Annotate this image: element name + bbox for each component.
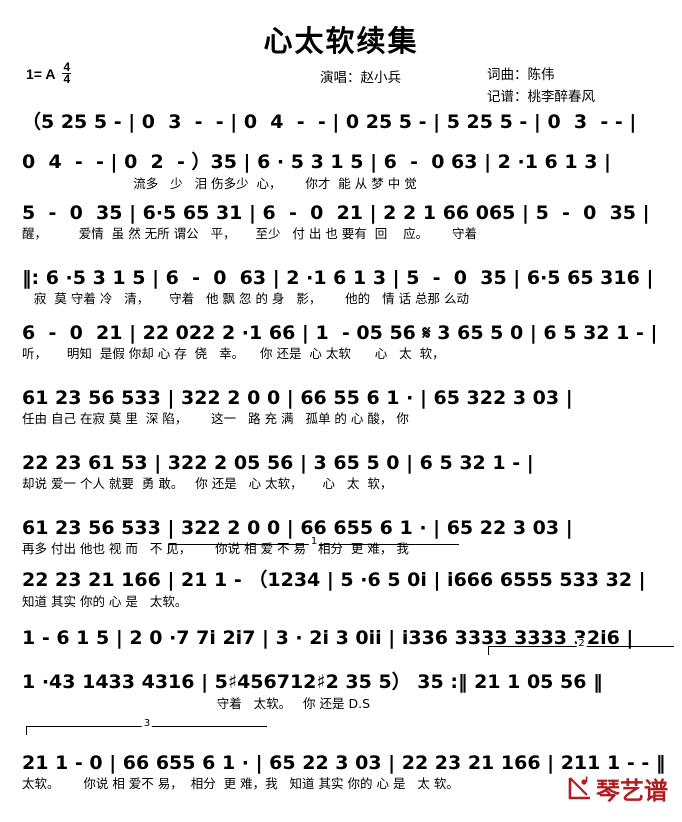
staff-line: 1 22 23 21 166 | 21 1 - （1234 | 5 ·6 5 0i… — [0, 536, 682, 620]
note-sequence: （5 25 5 - | 0 3 - - | 0 4 - - | 0 25 5 -… — [22, 111, 637, 133]
note-sequence: 61 23 56 533 | 322 2 0 0 | 66 655 6 1 · … — [22, 517, 573, 539]
note-row: 6 - 0 21 | 22 022 2 ·1 66 | 1 - 05 56 𝄋 … — [22, 310, 668, 344]
note-sequence: 0 4 - - | 0 2 - ）35 | 6 · 5 3 1 5 | 6 - … — [22, 151, 611, 173]
staff-line: 22 23 61 53 | 322 2 05 56 | 3 65 5 0 | 6… — [0, 440, 682, 502]
note-sequence: 6 - 0 21 | 22 022 2 ·1 66 | 1 - 05 56 𝄋 … — [22, 322, 658, 344]
time-signature-denominator: 4 — [63, 72, 71, 87]
note-row: 0 4 - - | 0 2 - ）35 | 6 · 5 3 1 5 | 6 - … — [22, 140, 668, 174]
note-row: 1 ·43 1433 4316 | 5♯456712♯2 35 5） 35 :‖… — [22, 660, 668, 694]
lyric-row: 醒， 爱情 虽 然 无所 谓公 平， 至少 付 出 也 要有 回 应。 守着 — [22, 223, 668, 245]
staff-line: 2 1 ·43 1433 4316 | 5♯456712♯2 35 5） 35 :… — [0, 638, 682, 722]
staff-line: 61 23 56 533 | 322 2 0 0 | 66 55 6 1 · |… — [0, 375, 682, 437]
site-logo: 琴艺谱 — [567, 775, 668, 806]
note-sequence: 5 - 0 35 | 6·5 65 31 | 6 - 0 21 | 2 2 1 … — [22, 202, 650, 224]
lyric-row: 任由 自己 在寂 莫 里 深 陷， 这一 路 充 满 孤单 的 心 酸， 你 — [22, 408, 668, 430]
note-row: 22 23 21 166 | 21 1 - （1234 | 5 ·6 5 0i … — [22, 558, 668, 592]
credit-singer: 演唱：赵小兵 — [320, 70, 401, 86]
lyric-row: 听， 明知 是假 你却 心 存 侥 幸。 你 还是 心 太软 心 太 软， — [22, 343, 668, 365]
lyric-text: 听， 明知 是假 你却 心 存 侥 幸。 你 还是 心 太软 心 太 软， — [22, 346, 445, 361]
note-row: ‖: 6 ·5 3 1 5 | 6 - 0 63 | 2 ·1 6 1 3 | … — [22, 255, 668, 289]
lyric-row: 却说 爱一 个人 就要 勇 敢。 你 还是 心 太软， 心 太 软， — [22, 473, 668, 495]
staff-line: 5 - 0 35 | 6·5 65 31 | 6 - 0 21 | 2 2 1 … — [0, 190, 682, 252]
key-signature-label: 1= A — [26, 65, 56, 82]
time-signature: 4 4 — [62, 61, 72, 87]
note-row: 22 23 61 53 | 322 2 05 56 | 3 65 5 0 | 6… — [22, 440, 668, 474]
lyric-text: 守着 太软。 你 还是 D.S — [22, 696, 371, 711]
lyric-text: 寂 莫 守着 冷 清， 守着 他 飘 忽 的 身 影， 他的 情 话 总那 么动 — [22, 291, 470, 306]
lyric-row: 守着 太软。 你 还是 D.S — [22, 693, 668, 715]
note-sequence: 61 23 56 533 | 322 2 0 0 | 66 55 6 1 · |… — [22, 387, 573, 409]
lyric-row: 寂 莫 守着 冷 清， 守着 他 飘 忽 的 身 影， 他的 情 话 总那 么动 — [22, 288, 668, 310]
credit-writer: 词曲：陈伟 — [487, 67, 555, 83]
key-signature-block: 1= A 4 4 — [26, 61, 72, 87]
volta-bracket: 2 — [488, 638, 674, 655]
lyric-text: 醒， 爱情 虽 然 无所 谓公 平， 至少 付 出 也 要有 回 应。 守着 — [22, 226, 477, 241]
staff-line: ‖: 6 ·5 3 1 5 | 6 - 0 63 | 2 ·1 6 1 3 | … — [0, 255, 682, 317]
note-row: 61 23 56 533 | 322 2 0 0 | 66 55 6 1 · |… — [22, 375, 668, 409]
note-row: 61 23 56 533 | 322 2 0 0 | 66 655 6 1 · … — [22, 505, 668, 539]
note-sequence: ‖: 6 ·5 3 1 5 | 6 - 0 63 | 2 ·1 6 1 3 | … — [22, 267, 654, 289]
logo-text: 琴艺谱 — [596, 776, 668, 805]
note-sequence: 1 ·43 1433 4316 | 5♯456712♯2 35 5） 35 :‖… — [22, 671, 603, 693]
volta-bracket: 3 — [26, 718, 267, 735]
volta-number: 2 — [576, 638, 587, 649]
staff-line: 6 - 0 21 | 22 022 2 ·1 66 | 1 - 05 56 𝄋 … — [0, 310, 682, 372]
note-sequence: 22 23 61 53 | 322 2 05 56 | 3 65 5 0 | 6… — [22, 452, 534, 474]
note-row: （5 25 5 - | 0 3 - - | 0 4 - - | 0 25 5 -… — [22, 100, 668, 134]
volta-number: 1 — [308, 536, 320, 547]
note-sequence: 21 1 - 0 | 66 655 6 1 · | 65 22 3 03 | 2… — [22, 752, 666, 774]
lyric-text: 却说 爱一 个人 就要 勇 敢。 你 还是 心 太软， 心 太 软， — [22, 476, 393, 491]
logo-mark-icon — [567, 775, 593, 806]
note-row: 21 1 - 0 | 66 655 6 1 · | 65 22 3 03 | 2… — [22, 740, 668, 774]
note-row: 1 - 6 1 5 | 2 0 ·7 7i 2i7 | 3 · 2i 3 0ii… — [22, 615, 668, 649]
lyric-text: 任由 自己 在寂 莫 里 深 陷， 这一 路 充 满 孤单 的 心 酸， 你 — [22, 411, 409, 426]
volta-number: 3 — [141, 718, 153, 729]
lyric-text: 太软。 你说 相 爱不 易， 相分 更 难，我 知道 其实 你的 心 是 太 软… — [22, 776, 459, 791]
volta-bracket: 1 — [168, 536, 459, 553]
lyric-text: 知道 其实 你的 心 是 太软。 — [22, 594, 188, 609]
page-title: 心太软续集 — [263, 24, 419, 58]
lyric-row: 知道 其实 你的 心 是 太软。 — [22, 591, 668, 613]
note-sequence: 22 23 21 166 | 21 1 - （1234 | 5 ·6 5 0i … — [22, 569, 646, 591]
note-row: 5 - 0 35 | 6·5 65 31 | 6 - 0 21 | 2 2 1 … — [22, 190, 668, 224]
